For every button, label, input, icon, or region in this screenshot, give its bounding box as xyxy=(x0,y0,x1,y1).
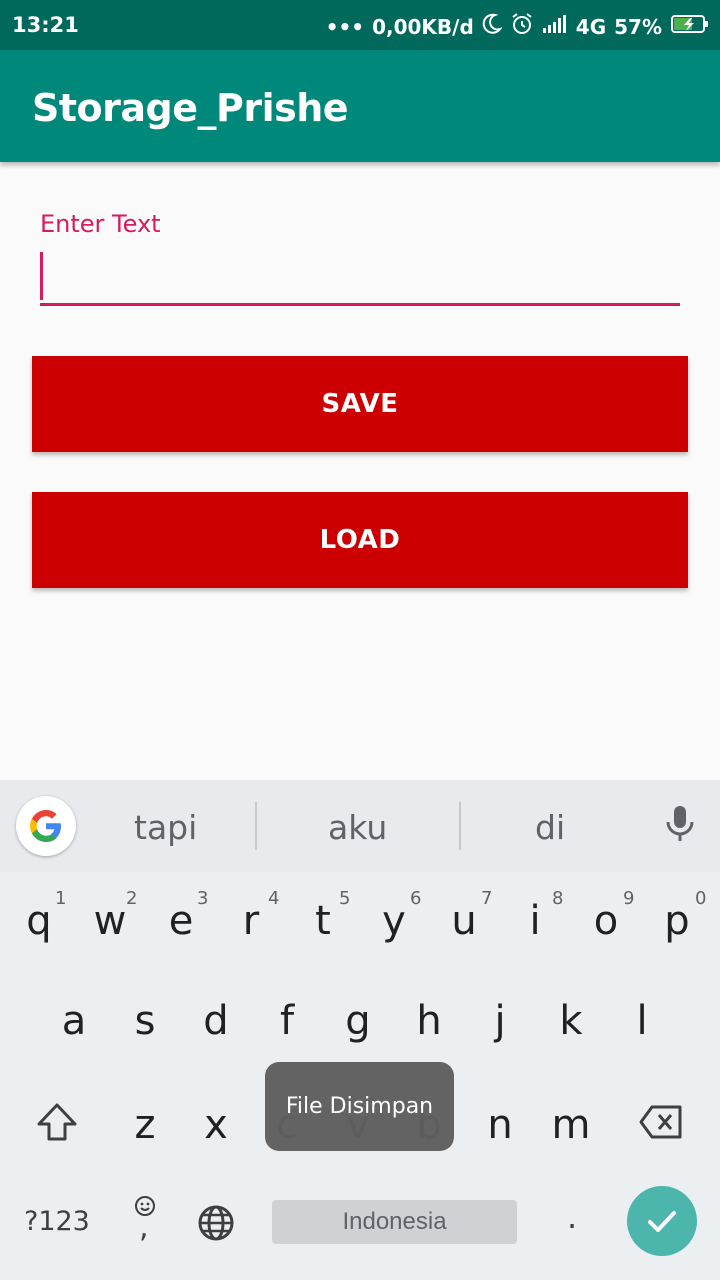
moon-icon xyxy=(482,13,503,40)
key-j[interactable]: j xyxy=(470,998,530,1044)
load-button[interactable]: LOAD xyxy=(32,492,688,588)
toast-message: File Disimpan xyxy=(265,1062,454,1151)
key-d[interactable]: d xyxy=(186,998,246,1044)
suggestion-strip: tapi aku di xyxy=(0,780,720,872)
battery-charging-icon xyxy=(670,13,710,40)
key-l[interactable]: l xyxy=(612,998,672,1044)
enter-button[interactable] xyxy=(627,1186,697,1256)
globe-icon[interactable] xyxy=(197,1204,235,1246)
key-hint: 6 xyxy=(410,888,422,909)
more-notifications-icon: ••• xyxy=(325,14,365,39)
key-hint: 7 xyxy=(481,888,493,909)
signal-icon xyxy=(542,14,568,39)
key-g[interactable]: g xyxy=(328,998,388,1044)
key-s[interactable]: s xyxy=(115,998,175,1044)
key-x[interactable]: x xyxy=(186,1102,246,1148)
backspace-icon[interactable] xyxy=(638,1104,684,1144)
key-hint: 2 xyxy=(126,888,138,909)
key-hint: 9 xyxy=(623,888,635,909)
save-button[interactable]: SAVE xyxy=(32,356,688,452)
text-input[interactable] xyxy=(40,248,680,306)
app-bar: Storage_Prishe xyxy=(0,50,720,162)
suggestion-divider xyxy=(459,802,461,850)
soft-keyboard: tapi aku di q 1 w 2 e 3 r 4 t 5 y 6 u 7 … xyxy=(0,780,720,1280)
status-time: 13:21 xyxy=(12,13,79,37)
app-title: Storage_Prishe xyxy=(32,86,349,130)
key-n[interactable]: n xyxy=(470,1102,530,1148)
checkmark-icon xyxy=(648,1211,676,1232)
key-k[interactable]: k xyxy=(541,998,601,1044)
period-key[interactable]: . xyxy=(567,1198,577,1236)
data-rate: 0,00KB/d xyxy=(372,14,474,39)
status-icons: ••• 0,00KB/d 4G 57% xyxy=(326,12,710,41)
suggestion-2[interactable]: aku xyxy=(328,808,387,847)
suggestion-3[interactable]: di xyxy=(535,808,565,847)
status-bar: 13:21 ••• 0,00KB/d 4G 57% xyxy=(0,0,720,50)
space-bar[interactable]: Indonesia xyxy=(272,1200,517,1244)
text-cursor xyxy=(40,252,43,300)
key-hint: 4 xyxy=(268,888,280,909)
key-m[interactable]: m xyxy=(541,1102,601,1148)
alarm-icon xyxy=(510,12,534,41)
key-hint: 5 xyxy=(339,888,351,909)
microphone-icon[interactable] xyxy=(662,804,698,849)
comma-key[interactable]: , xyxy=(139,1210,149,1245)
symbols-key[interactable]: ?123 xyxy=(24,1206,90,1237)
key-a[interactable]: a xyxy=(44,998,104,1044)
key-hint: 8 xyxy=(552,888,564,909)
toast-text: File Disimpan xyxy=(285,1094,434,1119)
enter-text-label: Enter Text xyxy=(40,210,161,238)
key-hint: 1 xyxy=(55,888,67,909)
battery-percent: 57% xyxy=(614,14,662,39)
google-icon[interactable] xyxy=(16,796,76,856)
suggestion-divider xyxy=(255,802,257,850)
shift-icon[interactable] xyxy=(36,1102,78,1146)
network-type: 4G xyxy=(575,14,607,39)
key-f[interactable]: f xyxy=(257,998,317,1044)
key-hint: 3 xyxy=(197,888,209,909)
key-hint: 0 xyxy=(695,888,707,909)
space-bar-label: Indonesia xyxy=(342,1208,447,1235)
key-z[interactable]: z xyxy=(115,1102,175,1148)
suggestion-1[interactable]: tapi xyxy=(134,808,197,847)
key-h[interactable]: h xyxy=(399,998,459,1044)
